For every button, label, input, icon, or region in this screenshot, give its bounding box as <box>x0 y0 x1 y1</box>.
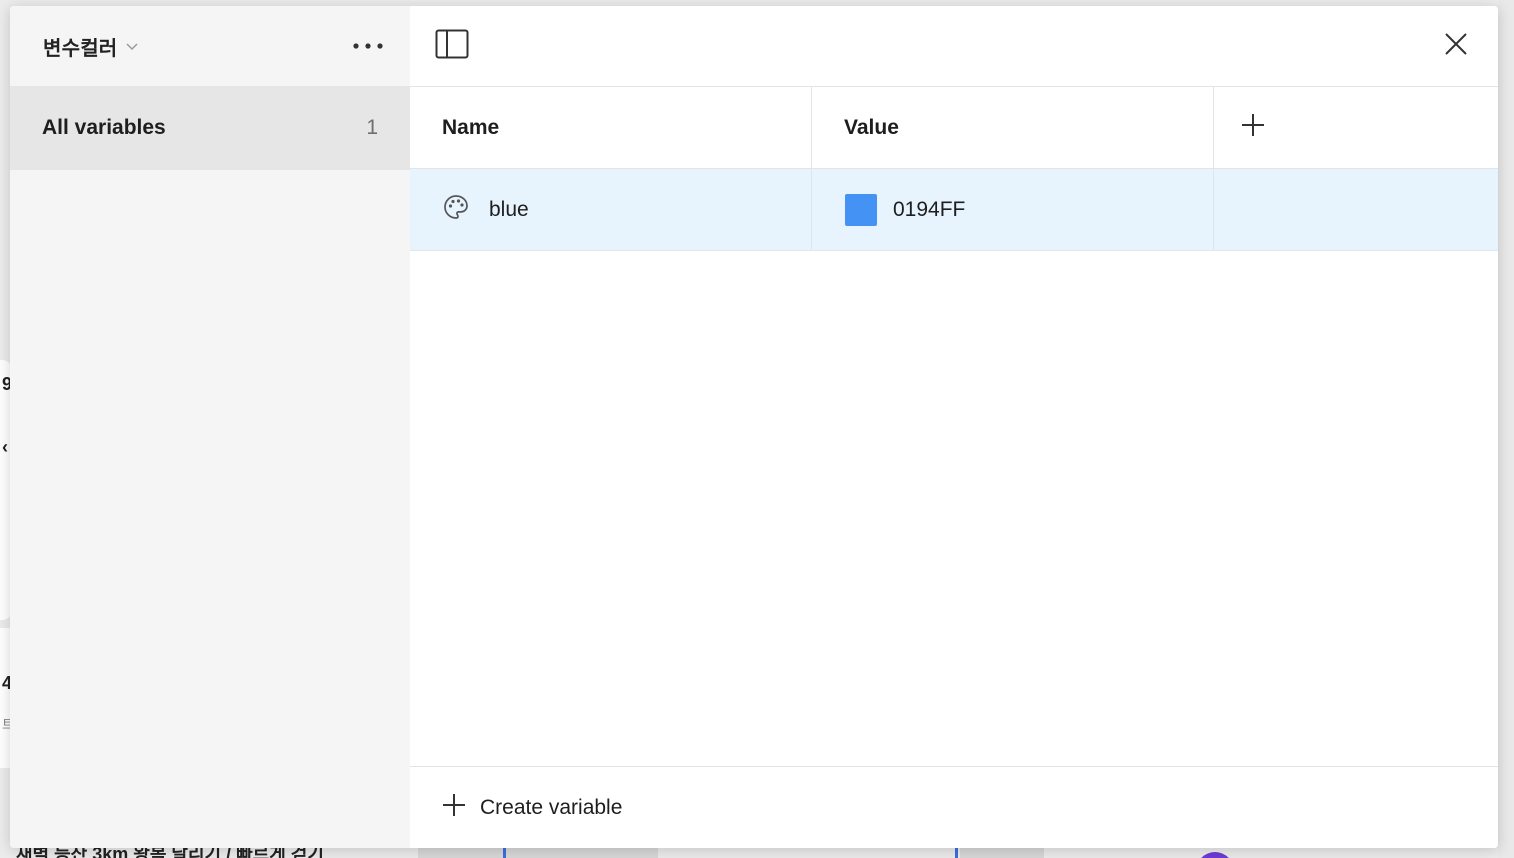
sidebar-toggle-icon <box>435 29 469 64</box>
main-panel: Name Value blue 0194FF Create variable <box>410 6 1498 848</box>
variable-name-cell[interactable]: blue <box>410 169 812 250</box>
background-avatar <box>1196 852 1234 858</box>
empty-cell <box>1214 169 1498 250</box>
variable-value: 0194FF <box>893 197 966 221</box>
close-button[interactable] <box>1438 28 1474 64</box>
more-options-button[interactable] <box>350 32 386 60</box>
background-text: ‹ <box>2 437 8 457</box>
background-block <box>960 848 1044 858</box>
toggle-sidebar-button[interactable] <box>434 28 470 64</box>
close-icon <box>1444 32 1468 61</box>
background-strip <box>1498 0 1514 858</box>
table-row[interactable]: blue 0194FF <box>410 169 1498 251</box>
sidebar-item-label: All variables <box>42 116 166 139</box>
collection-name: 변수컬러 <box>43 37 118 60</box>
palette-icon <box>443 194 469 226</box>
sidebar-header: 변수컬러 <box>10 6 410 86</box>
sidebar: 변수컬러 All variables 1 <box>10 6 410 848</box>
create-variable-button[interactable]: Create variable <box>442 793 622 822</box>
create-variable-label: Create variable <box>480 795 623 819</box>
color-swatch[interactable] <box>845 193 877 226</box>
sidebar-item-count: 1 <box>366 116 378 139</box>
plus-icon <box>442 793 466 822</box>
plus-icon <box>1240 112 1266 144</box>
column-header-name: Name <box>410 87 812 168</box>
chevron-down-icon <box>125 39 139 53</box>
variables-table: Name Value blue 0194FF <box>410 87 1498 251</box>
background-block <box>418 848 658 858</box>
collection-dropdown[interactable]: 변수컬러 <box>43 32 139 61</box>
column-header-value: Value <box>812 87 1214 168</box>
variables-modal: 변수컬러 All variables 1 Name Value blue 019… <box>10 6 1498 848</box>
variable-name: blue <box>489 197 529 221</box>
table-header: Name Value <box>410 87 1498 169</box>
add-mode-button[interactable] <box>1214 87 1498 168</box>
table-footer: Create variable <box>410 766 1498 848</box>
main-header <box>410 6 1498 87</box>
background-line <box>955 848 958 858</box>
more-icon <box>352 37 384 55</box>
sidebar-item-all-variables[interactable]: All variables 1 <box>10 86 410 170</box>
variable-value-cell[interactable]: 0194FF <box>812 169 1214 250</box>
background-line <box>503 848 506 858</box>
